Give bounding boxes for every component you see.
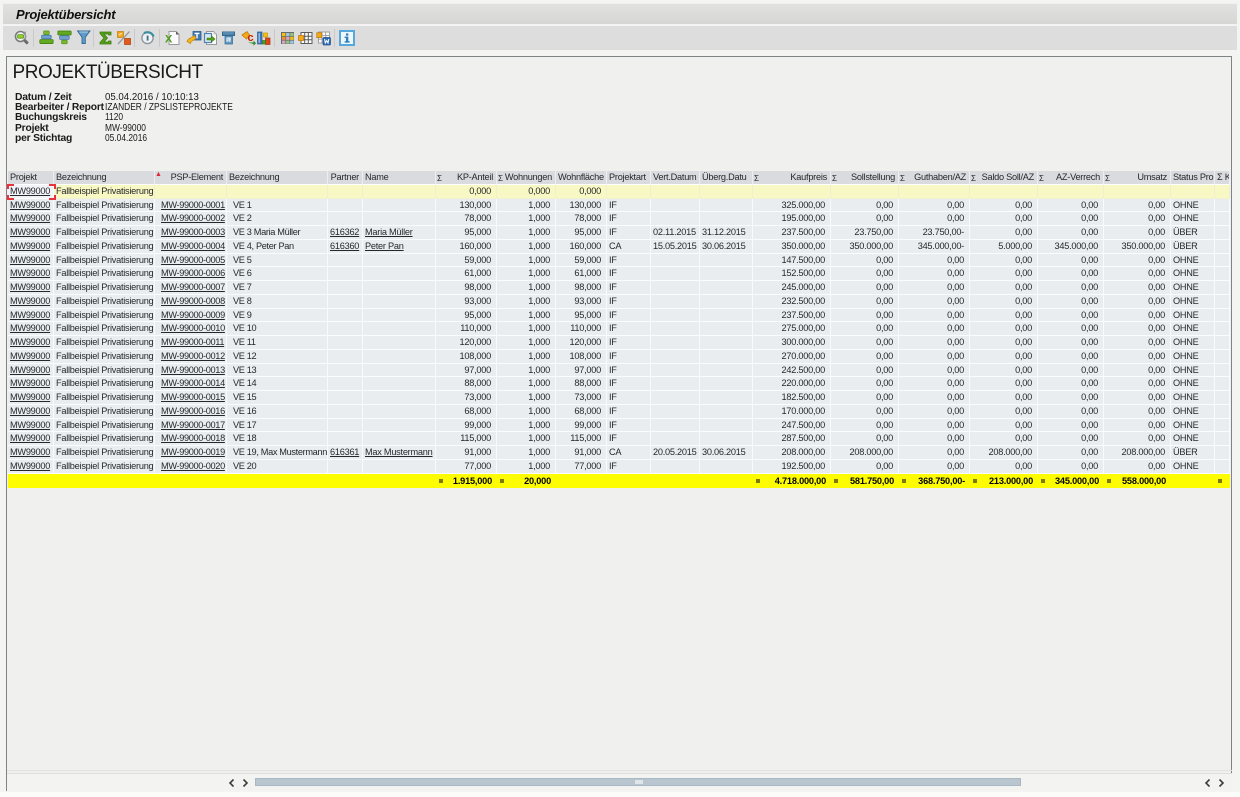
svg-text:12: 12 xyxy=(227,38,233,43)
svg-text:X: X xyxy=(165,34,173,46)
svg-text:c: c xyxy=(248,32,254,44)
